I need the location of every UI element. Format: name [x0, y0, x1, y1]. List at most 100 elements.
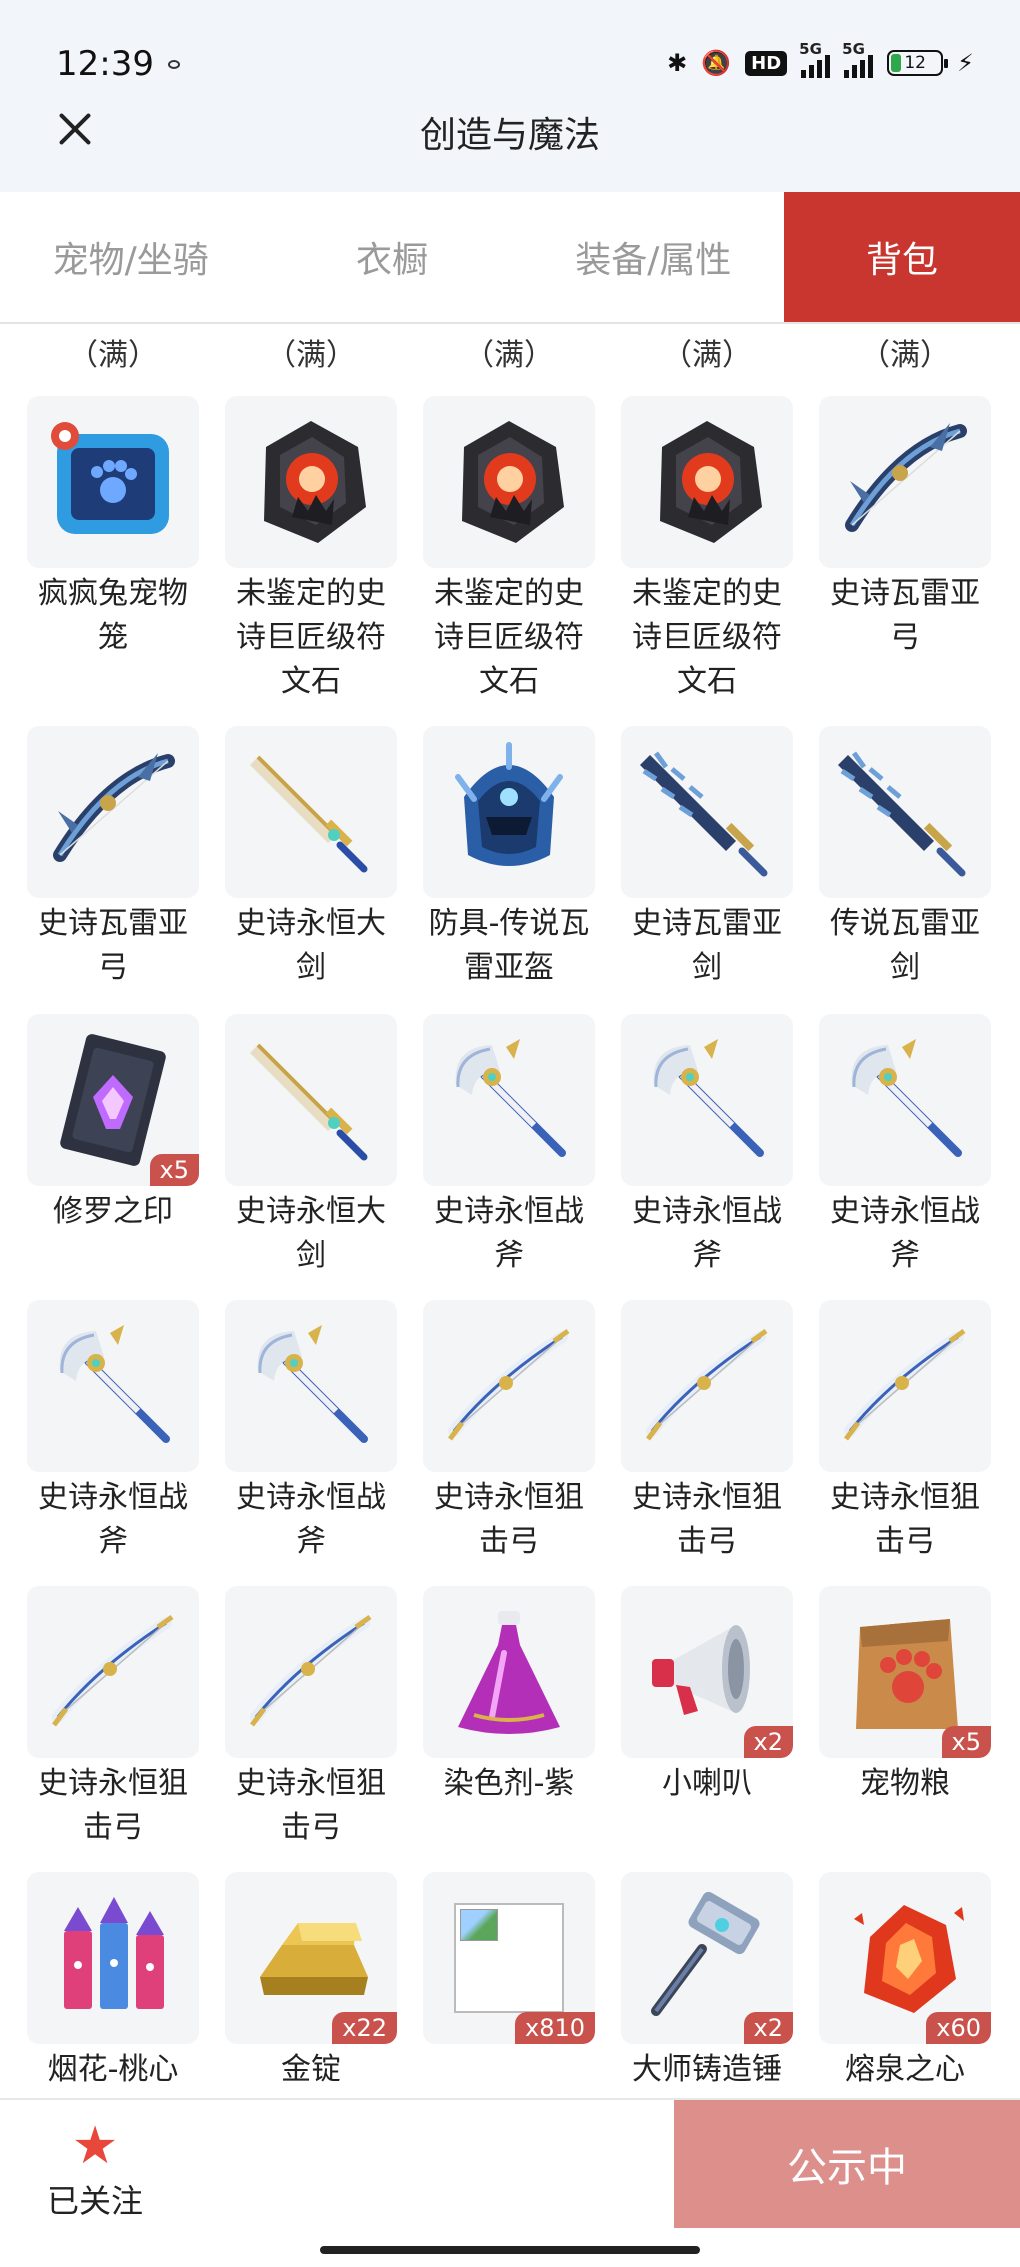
item-name: 未鉴定的史诗巨匠级符文石 [434, 576, 584, 699]
item-name: 未鉴定的史诗巨匠级符文石 [236, 576, 386, 699]
inventory-item[interactable]: 史诗永恒狙击弓 [819, 1300, 991, 1564]
inventory-item[interactable]: 史诗永恒战斧 [27, 1300, 199, 1564]
item-name: 宠物粮 [860, 1766, 950, 1801]
inventory-item[interactable]: x5 修罗之印 [27, 1014, 199, 1234]
tab-1[interactable]: 衣橱 [261, 192, 522, 322]
inventory-item[interactable]: 防具-传说瓦雷亚盔 [423, 726, 595, 990]
full-label: （满） [266, 338, 356, 373]
bluetooth-icon: ✱ [667, 49, 688, 77]
full-label: （满） [68, 338, 158, 373]
inventory-item[interactable]: 烟花-桃心 [27, 1872, 199, 2092]
item-name: 史诗永恒战斧 [632, 1194, 782, 1273]
axe-icon [423, 1014, 595, 1186]
item-name: 大师铸造锤 [632, 2052, 782, 2087]
inventory-item[interactable]: 史诗永恒战斧 [423, 1014, 595, 1278]
publicity-button[interactable]: 公示中 [674, 2100, 1020, 2228]
mute-icon: 🔕 [701, 49, 732, 77]
axe-icon [225, 1300, 397, 1472]
hd-icon: HD [745, 50, 788, 76]
item-name: 烟花-桃心 [47, 2052, 179, 2087]
gold-sword-icon [225, 726, 397, 898]
inventory-item[interactable]: 染色剂-紫 [423, 1586, 595, 1806]
inventory-item[interactable]: x60 熔泉之心 [819, 1872, 991, 2092]
item-name: 史诗永恒狙击弓 [632, 1480, 782, 1559]
inventory-item[interactable]: x810 [423, 1872, 595, 2048]
inventory-item[interactable]: 史诗永恒战斧 [621, 1014, 793, 1278]
pet-food-icon: x5 [819, 1586, 991, 1758]
signal-icon: 5G [799, 40, 831, 78]
inventory-item[interactable]: 史诗瓦雷亚弓 [27, 726, 199, 990]
item-name: 史诗瓦雷亚剑 [632, 906, 782, 985]
axe-icon [621, 1014, 793, 1186]
rune-stone-icon [423, 396, 595, 568]
inventory-item[interactable]: 疯疯兔宠物笼 [27, 396, 199, 660]
status-icons: ✱ 🔕 HD 5G 5G 12 ⚡ [667, 40, 974, 80]
inventory-item[interactable]: 史诗永恒大剑 [225, 1014, 397, 1278]
white-bow-icon [819, 1300, 991, 1472]
inventory-item[interactable]: 史诗永恒大剑 [225, 726, 397, 990]
item-name: 染色剂-紫 [443, 1766, 575, 1801]
home-indicator[interactable] [320, 2246, 700, 2254]
dark-sword-icon [621, 726, 793, 898]
inventory-item[interactable]: 史诗永恒狙击弓 [621, 1300, 793, 1564]
quantity-badge: x5 [941, 1726, 991, 1758]
white-bow-icon [225, 1586, 397, 1758]
inventory-item[interactable]: 史诗瓦雷亚剑 [621, 726, 793, 990]
inventory-item[interactable]: 未鉴定的史诗巨匠级符文石 [225, 396, 397, 704]
item-name: 史诗永恒战斧 [236, 1480, 386, 1559]
item-name: 史诗瓦雷亚弓 [38, 906, 188, 985]
full-label: （满） [662, 338, 752, 373]
quantity-badge: x810 [514, 2012, 595, 2044]
quantity-badge: x22 [332, 2012, 397, 2044]
inventory-item[interactable]: 传说瓦雷亚剑 [819, 726, 991, 990]
signal-icon-2: 5G [842, 40, 874, 78]
item-name: 修罗之印 [53, 1194, 173, 1229]
full-label: （满） [464, 338, 554, 373]
charging-icon: ⚡ [957, 49, 974, 77]
tab-bar: 宠物/坐骑 衣橱 装备/属性 背包 [0, 192, 1020, 324]
pet-cage-icon [27, 396, 199, 568]
tab-3[interactable]: 背包 [784, 192, 1020, 322]
helmet-icon [423, 726, 595, 898]
inventory-item[interactable]: x2 小喇叭 [621, 1586, 793, 1806]
inventory-item[interactable]: 史诗永恒战斧 [819, 1014, 991, 1278]
inventory-item[interactable]: 史诗瓦雷亚弓 [819, 396, 991, 660]
inventory-item[interactable]: 史诗永恒狙击弓 [225, 1586, 397, 1850]
tab-2[interactable]: 装备/属性 [523, 192, 784, 322]
quantity-badge: x2 [743, 1726, 793, 1758]
inventory-item[interactable]: 史诗永恒战斧 [225, 1300, 397, 1564]
rune-stone-icon [225, 396, 397, 568]
inventory-item[interactable]: x5 宠物粮 [819, 1586, 991, 1806]
follow-button[interactable]: ★ 已关注 [30, 2120, 160, 2222]
item-name: 史诗瓦雷亚弓 [830, 576, 980, 655]
tab-0[interactable]: 宠物/坐骑 [0, 192, 261, 322]
quantity-badge: x2 [743, 2012, 793, 2044]
item-name: 史诗永恒狙击弓 [830, 1480, 980, 1559]
item-name: 史诗永恒狙击弓 [236, 1766, 386, 1845]
item-name: 未鉴定的史诗巨匠级符文石 [632, 576, 782, 699]
hammer-icon: x2 [621, 1872, 793, 2044]
dark-bow-icon [27, 726, 199, 898]
inventory-item[interactable]: x2 大师铸造锤 [621, 1872, 793, 2092]
inventory-item[interactable]: 未鉴定的史诗巨匠级符文石 [423, 396, 595, 704]
inventory-item[interactable]: 未鉴定的史诗巨匠级符文石 [621, 396, 793, 704]
item-name: 史诗永恒战斧 [830, 1194, 980, 1273]
follow-label: 已关注 [46, 2182, 143, 2220]
inventory-item[interactable]: 史诗永恒狙击弓 [423, 1300, 595, 1564]
lava-crystal-icon: x60 [819, 1872, 991, 2044]
status-bar: 12:39 ✱ 🔕 HD 5G 5G 12 ⚡ [0, 0, 1020, 110]
top-area: 12:39 ✱ 🔕 HD 5G 5G 12 ⚡ 创造与魔法 [0, 0, 1020, 192]
item-name: 史诗永恒大剑 [236, 1194, 386, 1273]
item-name: 史诗永恒大剑 [236, 906, 386, 985]
quantity-badge: x5 [149, 1154, 199, 1186]
item-name: 熔泉之心 [845, 2052, 965, 2087]
item-name: 防具-传说瓦雷亚盔 [428, 906, 590, 985]
inventory-item[interactable]: 史诗永恒狙击弓 [27, 1586, 199, 1850]
inventory-item[interactable]: x22 金锭 [225, 1872, 397, 2092]
item-name: 小喇叭 [662, 1766, 752, 1801]
gold-ingot-icon: x22 [225, 1872, 397, 2044]
rune-stone-icon [621, 396, 793, 568]
item-name: 史诗永恒战斧 [38, 1480, 188, 1559]
notification-icon [168, 60, 180, 69]
item-name: 金锭 [281, 2052, 341, 2087]
